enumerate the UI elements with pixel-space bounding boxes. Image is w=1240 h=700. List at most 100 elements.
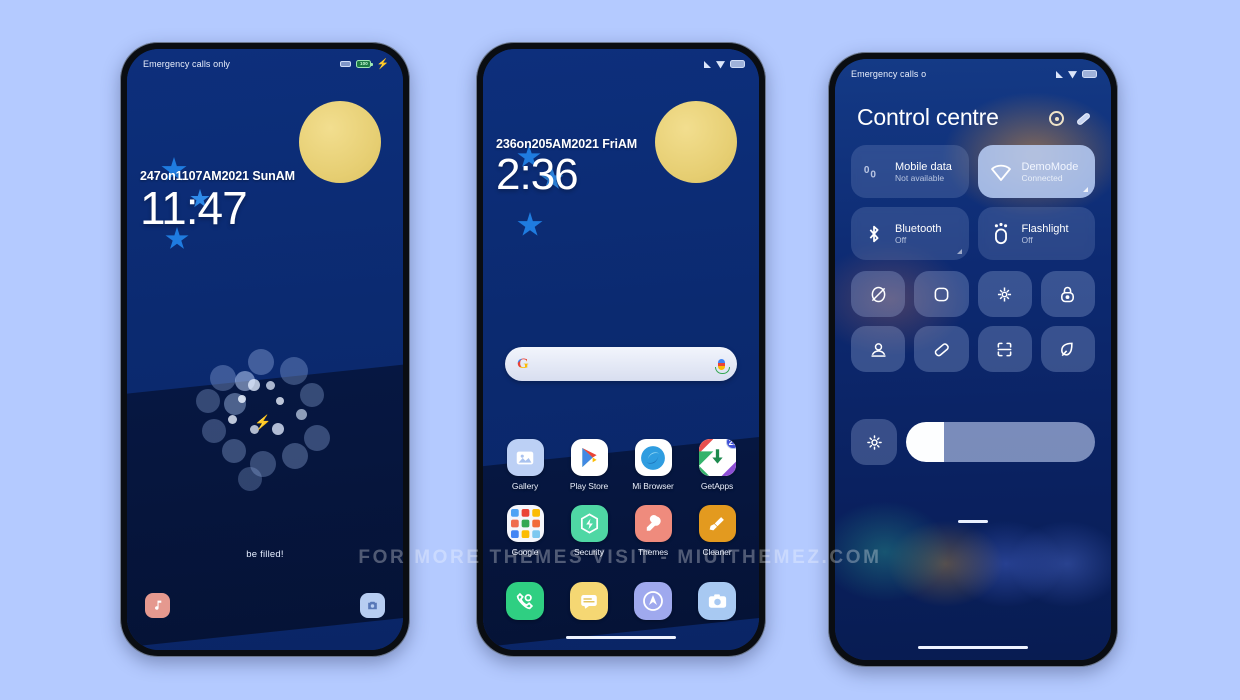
- tile-title: Bluetooth: [895, 222, 942, 235]
- app-getapps[interactable]: 21 GetApps: [685, 439, 749, 491]
- tile-expand-corner[interactable]: [1083, 187, 1088, 192]
- lockscreen-time: 11:47: [140, 182, 248, 234]
- app-label: Mi Browser: [632, 481, 674, 491]
- tile-subtitle: Not available: [895, 172, 945, 183]
- tile-title: DemoMode: [1021, 160, 1079, 173]
- dock-browser[interactable]: [621, 582, 685, 620]
- status-icons: 100 ⚡: [340, 58, 389, 70]
- signal-icon: [704, 60, 711, 68]
- auto-brightness-icon: [866, 434, 882, 450]
- homescreen-date-label: 236on205AM2021 FriAM: [496, 137, 638, 151]
- leaf-icon: [1061, 342, 1074, 356]
- messages-icon: [570, 582, 608, 620]
- tile-mobile-data[interactable]: 00 Mobile data Not available: [851, 145, 969, 198]
- quick-tile-location[interactable]: [851, 326, 906, 372]
- quick-tile-lock[interactable]: [1040, 271, 1095, 317]
- dock-messages[interactable]: [557, 582, 621, 620]
- status-icons: [704, 60, 745, 69]
- location-icon: [871, 342, 886, 357]
- app-security[interactable]: Security: [557, 505, 621, 557]
- dock-phone[interactable]: [493, 582, 557, 620]
- mi-browser-icon: [634, 439, 672, 476]
- homescreen-clock: 236on205AM2021 FriAM 2:36: [496, 137, 637, 197]
- google-g-icon: G: [517, 355, 529, 372]
- tile-subtitle: Connected: [1021, 172, 1063, 183]
- carrier-label: Emergency calls o: [851, 69, 927, 79]
- app-label: GetApps: [700, 481, 734, 491]
- silent-mode-icon: [871, 286, 885, 302]
- homescreen-time: 2:36: [496, 150, 579, 199]
- quick-tile-leaf[interactable]: [1040, 326, 1095, 372]
- app-mi-browser[interactable]: Mi Browser: [621, 439, 685, 491]
- phone-homescreen: 236on205AM2021 FriAM 2:36 G Gallery Play…: [476, 42, 766, 657]
- app-cleaner[interactable]: Cleaner: [685, 505, 749, 557]
- search-input[interactable]: [536, 358, 710, 370]
- svg-text:0: 0: [864, 164, 870, 175]
- moon-decoration: [299, 101, 381, 183]
- tile-subtitle: Off: [895, 234, 907, 245]
- mobile-data-icon: 00: [861, 159, 887, 185]
- quick-tile-screen-record[interactable]: [914, 271, 969, 317]
- homescreen-screen: 236on205AM2021 FriAM 2:36 G Gallery Play…: [483, 49, 759, 650]
- control-centre-status-bar: Emergency calls o: [835, 59, 1111, 85]
- eraser-icon: [934, 342, 949, 356]
- edit-pencil-icon[interactable]: [1075, 111, 1092, 126]
- camera-shortcut-icon[interactable]: [360, 593, 385, 618]
- status-icons: [1056, 70, 1097, 79]
- charging-animation: ⚡: [188, 347, 338, 497]
- charging-bolt-center-icon: ⚡: [254, 414, 272, 430]
- phone-icon: [506, 582, 544, 620]
- tile-subtitle: Off: [1021, 234, 1033, 245]
- carrier-label: Emergency calls only: [143, 59, 231, 69]
- app-label: Gallery: [511, 481, 539, 491]
- google-search-bar[interactable]: G: [505, 347, 737, 381]
- battery-small-icon: [340, 61, 352, 67]
- auto-brightness-button[interactable]: [851, 419, 897, 465]
- control-centre-screen: Emergency calls o Control centre 00 Mobi…: [835, 59, 1111, 660]
- lockscreen-screen: Emergency calls only 100 ⚡ 247on1107AM20…: [127, 49, 403, 650]
- control-centre-quick-tiles: [851, 271, 1095, 372]
- music-shortcut-icon[interactable]: [145, 593, 170, 618]
- getapps-icon: 21: [698, 439, 736, 476]
- tile-text: Flashlight Off: [1022, 223, 1069, 245]
- security-icon: [570, 505, 608, 542]
- tile-bluetooth[interactable]: Bluetooth Off: [851, 207, 969, 260]
- svg-text:0: 0: [870, 169, 876, 180]
- quick-tile-scan-qr[interactable]: [977, 326, 1032, 372]
- settings-icon[interactable]: [1049, 111, 1064, 126]
- tile-wifi[interactable]: DemoMode Connected: [977, 145, 1095, 198]
- home-indicator: [918, 645, 1028, 649]
- scan-qr-icon: [997, 342, 1012, 356]
- lock-icon: [1061, 286, 1075, 302]
- phone-control-centre: Emergency calls o Control centre 00 Mobi…: [828, 52, 1118, 667]
- control-centre-drag-handle[interactable]: [958, 520, 988, 523]
- app-grid: Gallery Play Store Mi Browser 21 GetApps…: [493, 439, 749, 557]
- quick-tile-cast[interactable]: [977, 271, 1032, 317]
- microphone-icon[interactable]: [715, 358, 730, 374]
- dock-camera[interactable]: [685, 582, 749, 620]
- tile-expand-corner[interactable]: [956, 249, 962, 254]
- cleaner-icon: [698, 505, 736, 542]
- brightness-slider[interactable]: [906, 422, 1095, 462]
- app-label: Cleaner: [702, 547, 732, 557]
- tile-title: Flashlight: [1021, 222, 1069, 235]
- app-themes[interactable]: Themes: [621, 505, 685, 557]
- bluetooth-icon: [861, 221, 887, 247]
- tile-flashlight[interactable]: Flashlight Off: [977, 207, 1095, 260]
- quick-tile-silent-mode[interactable]: [851, 271, 906, 317]
- charging-bolt-icon: ⚡: [376, 58, 389, 70]
- camera-icon: [698, 582, 736, 620]
- phone-lockscreen: Emergency calls only 100 ⚡ 247on1107AM20…: [120, 42, 410, 657]
- app-google-folder[interactable]: Google: [493, 505, 557, 557]
- quick-tile-eraser[interactable]: [914, 326, 969, 372]
- app-label: Themes: [637, 547, 669, 557]
- app-gallery[interactable]: Gallery: [493, 439, 557, 491]
- page-title: Control centre: [857, 104, 999, 130]
- wifi-tile-icon: [988, 159, 1014, 185]
- google-folder-icon: [506, 505, 544, 542]
- app-play-store[interactable]: Play Store: [557, 439, 621, 491]
- app-label: Security: [574, 547, 604, 557]
- wifi-icon: [716, 61, 725, 69]
- battery-icon: [1082, 70, 1097, 78]
- play-store-icon: [570, 439, 608, 476]
